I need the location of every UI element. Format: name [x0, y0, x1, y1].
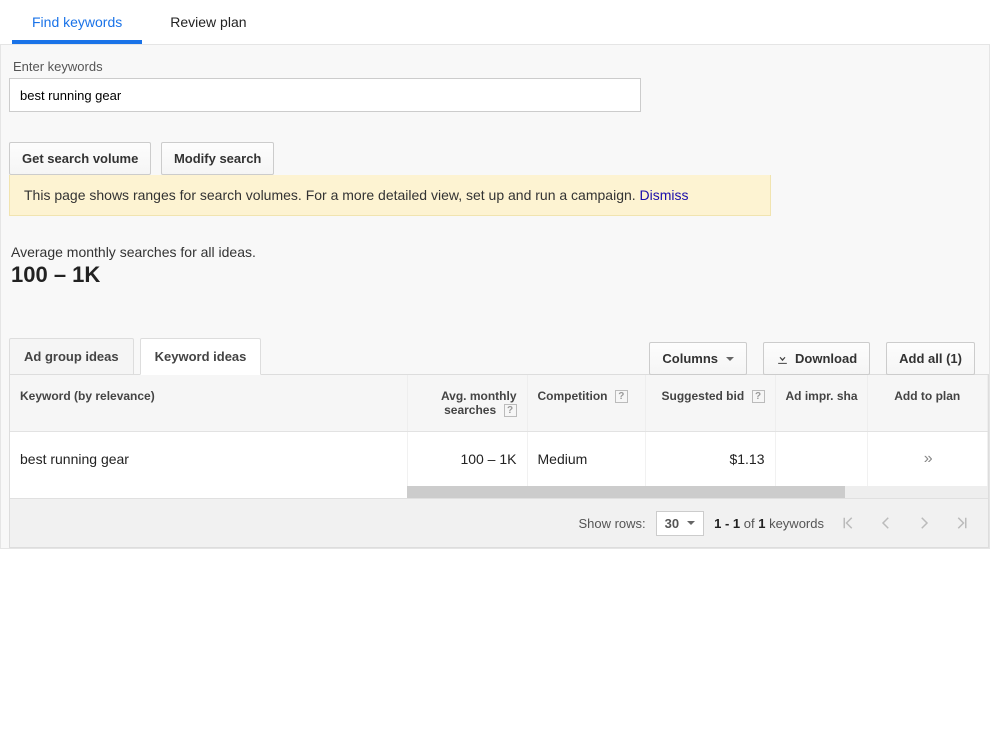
help-icon[interactable]: ?: [615, 390, 628, 403]
download-label: Download: [795, 351, 857, 366]
pager-first-button[interactable]: [834, 509, 862, 537]
chevron-down-icon: [687, 521, 695, 525]
add-all-button[interactable]: Add all (1): [886, 342, 975, 375]
dismiss-link[interactable]: Dismiss: [640, 187, 689, 203]
tab-review-plan[interactable]: Review plan: [150, 0, 266, 44]
pager-next-button[interactable]: [910, 509, 938, 537]
page-body: Enter keywords Get search volume Modify …: [0, 45, 990, 549]
table-row: best running gear 100 – 1K Medium $1.13 …: [10, 432, 988, 487]
cell-competition: Medium: [527, 432, 645, 487]
tab-find-keywords[interactable]: Find keywords: [12, 0, 142, 44]
columns-label: Columns: [662, 351, 718, 366]
show-rows-label: Show rows:: [578, 516, 645, 531]
modify-search-button[interactable]: Modify search: [161, 142, 274, 175]
col-add-to-plan[interactable]: Add to plan: [867, 375, 988, 432]
avg-searches-label: Average monthly searches for all ideas.: [11, 244, 989, 260]
col-competition[interactable]: Competition ?: [527, 375, 645, 432]
rows-per-page-select[interactable]: 30: [656, 511, 704, 536]
pager-last-button[interactable]: [948, 509, 976, 537]
cell-add-to-plan[interactable]: »: [867, 432, 988, 487]
cell-keyword: best running gear: [10, 432, 407, 487]
download-button[interactable]: Download: [763, 342, 870, 375]
col-suggested-bid[interactable]: Suggested bid ?: [645, 375, 775, 432]
avg-searches-value: 100 – 1K: [11, 262, 989, 288]
cell-avg: 100 – 1K: [407, 432, 527, 487]
col-competition-label: Competition: [538, 389, 608, 403]
chevron-right-icon: »: [924, 450, 931, 467]
top-tabs: Find keywords Review plan: [0, 0, 990, 45]
col-bid-label: Suggested bid: [661, 389, 744, 403]
horizontal-scrollbar[interactable]: [10, 486, 988, 498]
pager-prev-button[interactable]: [872, 509, 900, 537]
pager: Show rows: 30 1 - 1 of 1 keywords: [10, 498, 988, 547]
download-icon: [776, 352, 789, 365]
info-banner-text: This page shows ranges for search volume…: [24, 187, 640, 203]
info-banner: This page shows ranges for search volume…: [9, 175, 771, 216]
chevron-down-icon: [726, 357, 734, 361]
tab-ad-group-ideas[interactable]: Ad group ideas: [9, 338, 134, 375]
help-icon[interactable]: ?: [504, 404, 517, 417]
rows-value: 30: [665, 516, 679, 531]
keyword-ideas-table: Keyword (by relevance) Avg. monthly sear…: [9, 374, 989, 548]
columns-button[interactable]: Columns: [649, 342, 747, 375]
enter-keywords-label: Enter keywords: [13, 59, 989, 74]
get-search-volume-button[interactable]: Get search volume: [9, 142, 151, 175]
help-icon[interactable]: ?: [752, 390, 765, 403]
keywords-input[interactable]: [9, 78, 641, 112]
cell-bid: $1.13: [645, 432, 775, 487]
tab-keyword-ideas[interactable]: Keyword ideas: [140, 338, 262, 375]
cell-impr: [775, 432, 867, 487]
ideas-tabs: Ad group ideas Keyword ideas: [9, 338, 261, 375]
col-ad-impr-share[interactable]: Ad impr. sha: [775, 375, 867, 432]
pager-range: 1 - 1 of 1 keywords: [714, 516, 824, 531]
col-avg-searches[interactable]: Avg. monthly searches ?: [407, 375, 527, 432]
col-keyword[interactable]: Keyword (by relevance): [10, 375, 407, 432]
